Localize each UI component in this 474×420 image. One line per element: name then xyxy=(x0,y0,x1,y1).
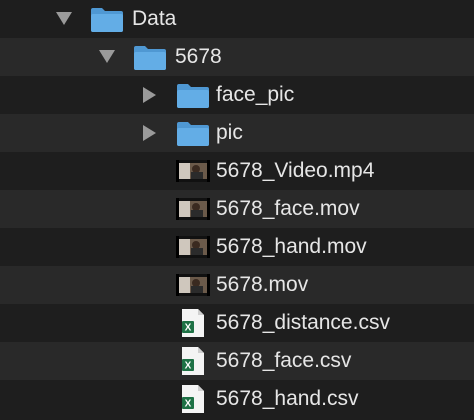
tree-row-file[interactable]: X 5678_hand.csv xyxy=(0,380,474,420)
tree-row-file[interactable]: 5678.mov xyxy=(0,266,474,304)
video-thumbnail-icon xyxy=(176,274,210,296)
tree-row-data[interactable]: Data xyxy=(0,0,474,38)
tree-row-label: 5678_distance.csv xyxy=(216,311,390,334)
tree-row-label: Data xyxy=(132,7,177,30)
tree-row-file[interactable]: X 5678_distance.csv xyxy=(0,304,474,342)
tree-row-label: 5678_hand.csv xyxy=(216,387,359,410)
excel-csv-icon: X xyxy=(182,385,204,413)
folder-icon xyxy=(91,8,123,32)
video-thumbnail-icon xyxy=(176,160,210,182)
tree-row-label: pic xyxy=(216,121,243,144)
svg-text:X: X xyxy=(185,399,192,410)
folder-icon xyxy=(177,122,209,146)
file-tree: Data 5678 face_pic pic 5678_Video.mp4 56… xyxy=(0,0,474,420)
svg-text:X: X xyxy=(185,361,192,372)
excel-csv-icon: X xyxy=(182,347,204,375)
tree-row-label: 5678 xyxy=(175,45,222,68)
disclosure-open-icon[interactable] xyxy=(99,50,115,63)
disclosure-closed-icon[interactable] xyxy=(143,125,156,141)
tree-row-label: face_pic xyxy=(216,83,295,106)
video-thumbnail-icon xyxy=(176,198,210,220)
disclosure-closed-icon[interactable] xyxy=(143,87,156,103)
tree-row-label: 5678_hand.mov xyxy=(216,235,367,258)
tree-row-label: 5678.mov xyxy=(216,273,309,296)
disclosure-open-icon[interactable] xyxy=(56,12,72,25)
video-thumbnail-icon xyxy=(176,236,210,258)
tree-row-label: 5678_face.mov xyxy=(216,197,360,220)
tree-row-file[interactable]: 5678_hand.mov xyxy=(0,228,474,266)
tree-row-file[interactable]: 5678_Video.mp4 xyxy=(0,152,474,190)
folder-icon xyxy=(134,46,166,70)
tree-row-5678[interactable]: 5678 xyxy=(0,38,474,76)
excel-csv-icon: X xyxy=(182,309,204,337)
tree-row-file[interactable]: 5678_face.mov xyxy=(0,190,474,228)
tree-row-pic[interactable]: pic xyxy=(0,114,474,152)
tree-row-label: 5678_face.csv xyxy=(216,349,352,372)
tree-row-label: 5678_Video.mp4 xyxy=(216,159,375,182)
svg-text:X: X xyxy=(185,323,192,334)
folder-icon xyxy=(177,84,209,108)
tree-row-file[interactable]: X 5678_face.csv xyxy=(0,342,474,380)
tree-row-face-pic[interactable]: face_pic xyxy=(0,76,474,114)
